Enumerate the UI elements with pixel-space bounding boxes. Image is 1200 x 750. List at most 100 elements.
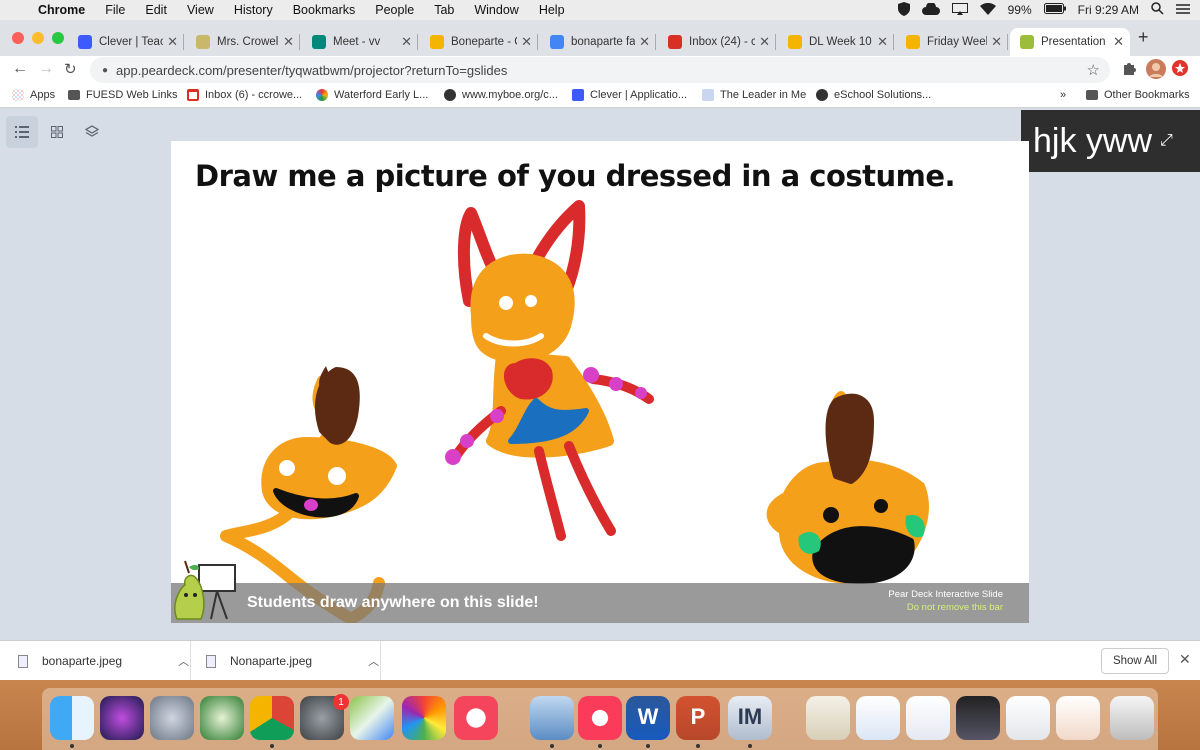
browser-tab[interactable]: Inbox (24) - c ✕ [658,28,776,56]
chrome-menu-icon[interactable]: ⋮ [1196,58,1200,78]
browser-tab[interactable]: Mrs. Crowell's ✕ [186,28,300,56]
zoom-window-button[interactable] [52,32,64,44]
bookmark-other[interactable]: Other Bookmarks [1086,89,1190,101]
tab-close-icon[interactable]: ✕ [877,34,888,50]
tab-close-icon[interactable]: ✕ [521,34,532,50]
tab-close-icon[interactable]: ✕ [401,34,412,50]
siri-icon[interactable] [100,696,144,740]
grid-view-icon[interactable] [41,116,73,148]
browser-tab[interactable]: Boneparte - C ✕ [420,28,538,56]
bookmarks-overflow-button[interactable]: » [1060,89,1066,101]
chrome-icon[interactable] [250,696,294,740]
bookmark-label: The Leader in Me [720,89,807,101]
tab-title: Clever | Teac [99,36,164,48]
download-item[interactable]: bonaparte.jpeg ︿ [18,641,189,681]
close-window-button[interactable] [12,32,24,44]
menu-history[interactable]: History [234,3,273,17]
menu-bookmarks[interactable]: Bookmarks [293,3,356,17]
list-view-icon[interactable] [6,116,38,148]
screenshot-thumbnail-icon[interactable] [956,696,1000,740]
bookmark-fuesd[interactable]: FUESD Web Links [68,89,178,101]
maps-icon[interactable] [350,696,394,740]
tab-close-icon[interactable]: ✕ [167,34,178,50]
tab-close-icon[interactable]: ✕ [283,34,294,50]
chevron-up-icon[interactable]: ︿ [178,653,189,669]
join-code-text: hjk yww [1033,121,1153,160]
folder-icon [68,90,80,100]
menu-file[interactable]: File [105,3,125,17]
download-item[interactable]: Nonaparte.jpeg ︿ [206,641,379,681]
music-icon[interactable] [578,696,622,740]
bookmark-apps[interactable]: Apps [12,89,55,101]
forward-icon[interactable]: → [38,60,54,78]
back-icon[interactable]: ← [12,60,28,78]
browser-tab[interactable]: DL Week 10 F ✕ [778,28,894,56]
browser-tab[interactable]: bonaparte fal ✕ [540,28,656,56]
cloud-icon[interactable] [921,1,940,18]
slide-canvas[interactable]: Draw me a picture of you dressed in a co… [171,141,1029,623]
clock[interactable]: Fri 9:29 AM [1078,3,1139,17]
tab-close-icon[interactable]: ✕ [639,34,650,50]
preview-icon[interactable] [530,696,574,740]
extensions-puzzle-icon[interactable] [1122,61,1136,78]
photos-icon[interactable] [402,696,446,740]
expand-icon[interactable]: ⤢ [1160,132,1173,150]
minimize-window-button[interactable] [32,32,44,44]
browser-tab[interactable]: Friday Week 1 ✕ [896,28,1008,56]
reload-icon[interactable]: ↻ [64,60,77,78]
news-icon[interactable] [454,696,498,740]
menu-edit[interactable]: Edit [145,3,167,17]
address-bar[interactable]: ● app.peardeck.com/presenter/tyqwatbwm/p… [90,57,1110,83]
airplay-icon[interactable] [951,2,968,18]
bookmark-inbox[interactable]: Inbox (6) - ccrowe... [187,89,302,101]
wifi-icon[interactable] [979,2,996,18]
browser-tab[interactable]: Presentation ✕ [1010,28,1130,56]
close-downloads-icon[interactable]: ✕ [1179,651,1191,668]
control-center-icon[interactable] [1176,3,1190,18]
spotlight-search-icon[interactable] [1151,2,1164,18]
screenshot-thumbnail-icon[interactable] [1056,696,1100,740]
document-thumbnail-icon[interactable] [806,696,850,740]
profile-avatar[interactable] [1146,59,1166,82]
bookmark-eschool[interactable]: eSchool Solutions... [816,89,931,101]
slides-thumbnail-icon[interactable] [856,696,900,740]
chevron-up-icon[interactable]: ︿ [368,653,379,669]
trash-icon[interactable] [1110,696,1154,740]
bookmark-label: www.myboe.org/c... [462,89,558,101]
url-text[interactable]: app.peardeck.com/presenter/tyqwatbwm/pro… [116,63,507,78]
join-code-panel[interactable]: hjk yww ⤢ [1021,110,1200,172]
new-tab-button[interactable]: + [1138,27,1149,48]
school-district-icon[interactable] [200,696,244,740]
app-glyph-icon: W [637,704,659,729]
show-all-button[interactable]: Show All [1101,648,1169,674]
running-indicator [646,744,650,748]
tab-close-icon[interactable]: ✕ [991,34,1002,50]
browser-tab[interactable]: Meet - vv ✕ [302,28,418,56]
finder-icon[interactable] [50,696,94,740]
tab-close-icon[interactable]: ✕ [759,34,770,50]
menu-view[interactable]: View [187,3,214,17]
slides-thumbnail-icon[interactable] [906,696,950,740]
tab-favicon-icon [430,35,444,49]
launchpad-icon[interactable] [150,696,194,740]
bookmark-waterford[interactable]: Waterford Early L... [316,89,428,101]
bookmark-star-icon[interactable]: ☆ [1087,61,1100,79]
screenshot-thumbnail-icon[interactable] [1006,696,1050,740]
menu-help[interactable]: Help [539,3,565,17]
battery-icon[interactable] [1043,3,1066,17]
menu-window[interactable]: Window [474,3,518,17]
notification-badge: 1 [333,694,349,710]
bookmark-clever[interactable]: Clever | Applicatio... [572,89,687,101]
layers-icon[interactable] [76,116,108,148]
shield-icon[interactable] [897,1,910,19]
left-figure [220,366,397,623]
bookmark-myboe[interactable]: www.myboe.org/c... [444,89,558,101]
menu-tab[interactable]: Tab [434,3,454,17]
browser-tab[interactable]: Clever | Teac ✕ [68,28,184,56]
bookmark-leader-in-me[interactable]: The Leader in Me [702,89,806,101]
extension-red-icon[interactable] [1172,60,1188,79]
tab-close-icon[interactable]: ✕ [1113,34,1124,50]
lock-icon[interactable]: ● [102,65,108,76]
menu-people[interactable]: People [375,3,414,17]
app-menu[interactable]: Chrome [38,3,85,17]
